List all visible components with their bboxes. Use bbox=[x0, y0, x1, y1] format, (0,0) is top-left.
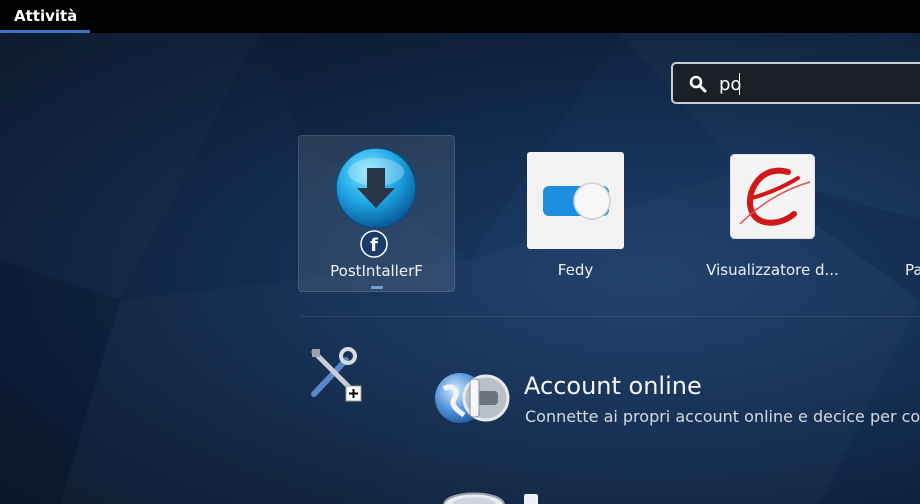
partial-result-title bbox=[524, 494, 538, 504]
result-description: Connette ai propri account online e deci… bbox=[525, 407, 920, 426]
app-fedy[interactable]: Fedy bbox=[497, 135, 654, 292]
result-title: Account online bbox=[524, 372, 702, 400]
running-indicator bbox=[371, 286, 383, 289]
results-separator bbox=[300, 316, 920, 317]
app-postintallerf[interactable]: f PostIntallerF bbox=[298, 135, 455, 292]
activities-label: Attività bbox=[14, 7, 78, 25]
settings-tools-icon[interactable] bbox=[306, 346, 364, 402]
activities-button[interactable]: Attività bbox=[0, 0, 90, 31]
activities-indicator bbox=[0, 30, 90, 33]
svg-text:f: f bbox=[370, 235, 378, 256]
app-label: Fedy bbox=[557, 261, 594, 279]
top-bar: Attività bbox=[0, 0, 920, 33]
download-arrow-icon: f bbox=[335, 148, 417, 258]
online-accounts-icon bbox=[435, 373, 510, 423]
search-box[interactable] bbox=[671, 62, 920, 104]
search-input[interactable] bbox=[719, 71, 919, 97]
text-cursor bbox=[739, 73, 740, 95]
app-visualizzatore[interactable]: Visualizzatore d... bbox=[694, 135, 851, 292]
app-partial-label[interactable]: Pa bbox=[905, 261, 920, 279]
app-label: Visualizzatore d... bbox=[706, 261, 839, 279]
toggle-switch-icon bbox=[527, 152, 624, 249]
clock-icon[interactable] bbox=[440, 486, 508, 504]
app-label: PostIntallerF bbox=[330, 262, 423, 280]
document-viewer-icon bbox=[730, 154, 815, 239]
search-icon bbox=[689, 75, 707, 93]
